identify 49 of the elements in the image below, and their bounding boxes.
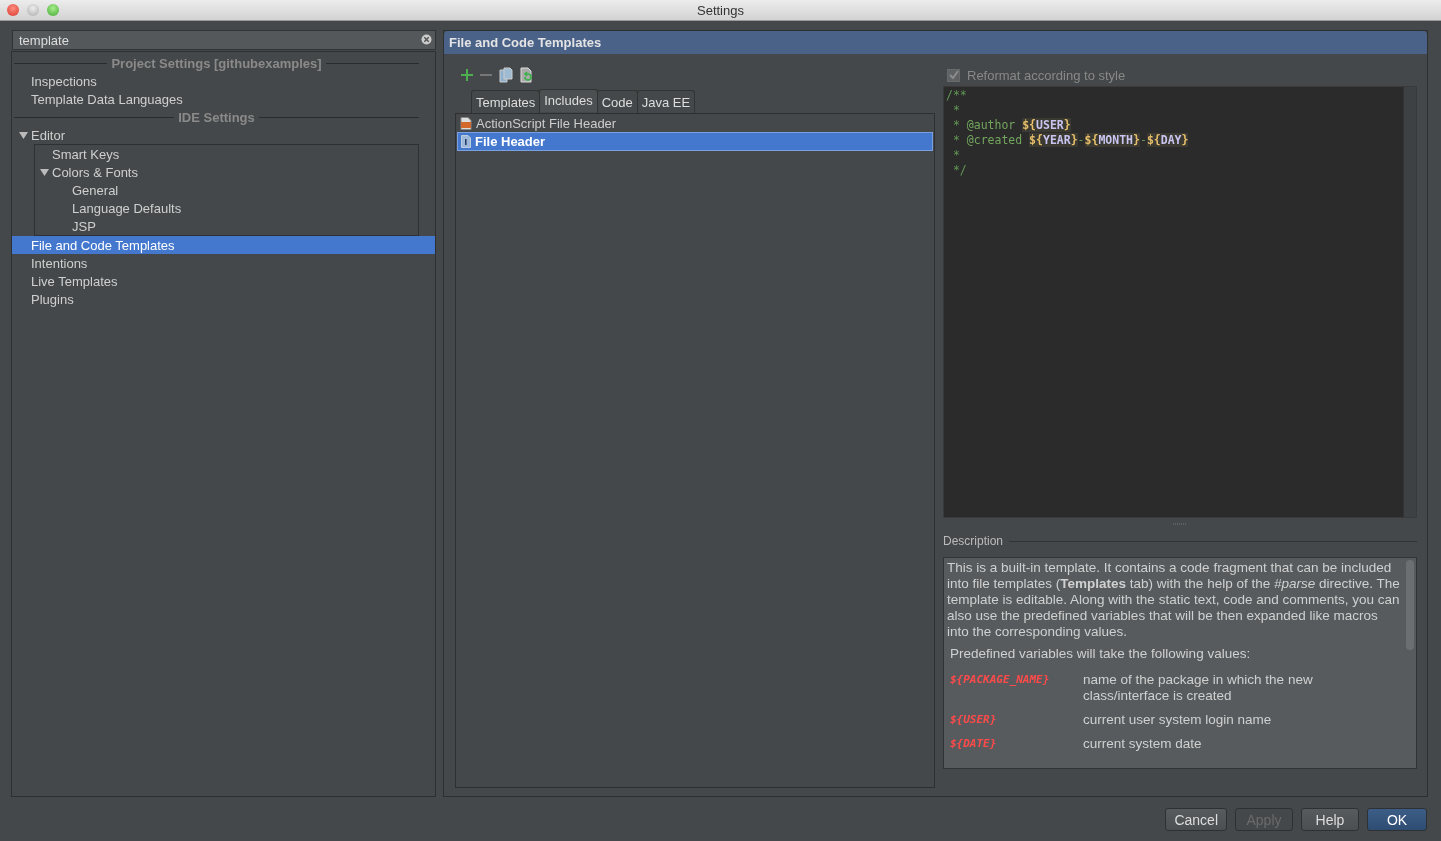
dialog-button[interactable]: Help: [1301, 808, 1359, 831]
search-field[interactable]: template: [12, 30, 436, 50]
template-name: ActionScript File Header: [476, 116, 617, 131]
section-header: IDE Settings: [178, 109, 255, 125]
scrollbar[interactable]: [1403, 87, 1416, 517]
description-label: Description: [943, 534, 1004, 548]
close-button[interactable]: [7, 4, 19, 16]
copy-icon[interactable]: [499, 67, 513, 83]
tree-item[interactable]: Colors & Fonts: [35, 163, 418, 181]
tree-item[interactable]: Plugins: [12, 290, 435, 308]
expanded-triangle-icon[interactable]: [18, 130, 28, 140]
tab[interactable]: Java EE: [636, 90, 696, 113]
checkbox-label: Reformat according to style: [967, 67, 1126, 83]
variables-intro: Predefined variables will take the following values:: [949, 646, 1252, 662]
default-button[interactable]: OK: [1367, 808, 1427, 831]
java-file-icon: [461, 135, 471, 148]
section-header: Project Settings [githubexamples]: [111, 55, 322, 71]
tree-item[interactable]: File and Code Templates: [12, 236, 435, 254]
template-item[interactable]: ActionScript File Header: [457, 115, 933, 132]
template-name: File Header: [475, 134, 546, 149]
tree-item[interactable]: Editor: [12, 126, 435, 144]
zoom-button[interactable]: [47, 4, 59, 16]
tree-item[interactable]: Intentions: [12, 254, 435, 272]
variable-description: current user system login name: [1083, 712, 1273, 728]
variable-description: current system date: [1083, 736, 1203, 752]
tree-item[interactable]: Smart Keys: [35, 145, 418, 163]
tab[interactable]: Includes: [539, 89, 598, 112]
variable-name: ${DATE}: [950, 736, 998, 752]
tab[interactable]: Templates: [471, 90, 541, 113]
tree-item[interactable]: Template Data Languages: [12, 90, 435, 108]
clear-icon[interactable]: [421, 34, 432, 45]
dialog-button[interactable]: Cancel: [1165, 808, 1227, 831]
variable-name: ${USER}: [950, 712, 998, 728]
tree-item[interactable]: Inspections: [12, 72, 435, 90]
tree-item[interactable]: Language Defaults: [35, 199, 418, 217]
actionscript-file-icon: [460, 117, 472, 130]
tree-item[interactable]: JSP: [35, 217, 418, 235]
variable-name: ${PACKAGE_NAME}: [950, 672, 1051, 688]
variable-description: name of the package in which the new class/interface is created: [1083, 672, 1314, 704]
tree-item[interactable]: Live Templates: [12, 272, 435, 290]
window-title: Settings: [697, 2, 744, 18]
add-icon[interactable]: [461, 69, 473, 81]
expanded-triangle-icon[interactable]: [39, 167, 49, 177]
reset-icon[interactable]: [520, 67, 534, 83]
template-item[interactable]: File Header: [457, 132, 933, 151]
panel-title: File and Code Templates: [449, 35, 602, 50]
description-text: This is a built-in template. It contains a code fragment that can be included into file templates (Templates tab) with the help of the #parse directive. The template is editable. Along with the static text, code and comments, you can also use the predefined variables that will be then expanded like macros into the corresponding values.: [947, 560, 1401, 640]
tree-item[interactable]: General: [35, 181, 418, 199]
tab[interactable]: Code: [596, 90, 638, 113]
